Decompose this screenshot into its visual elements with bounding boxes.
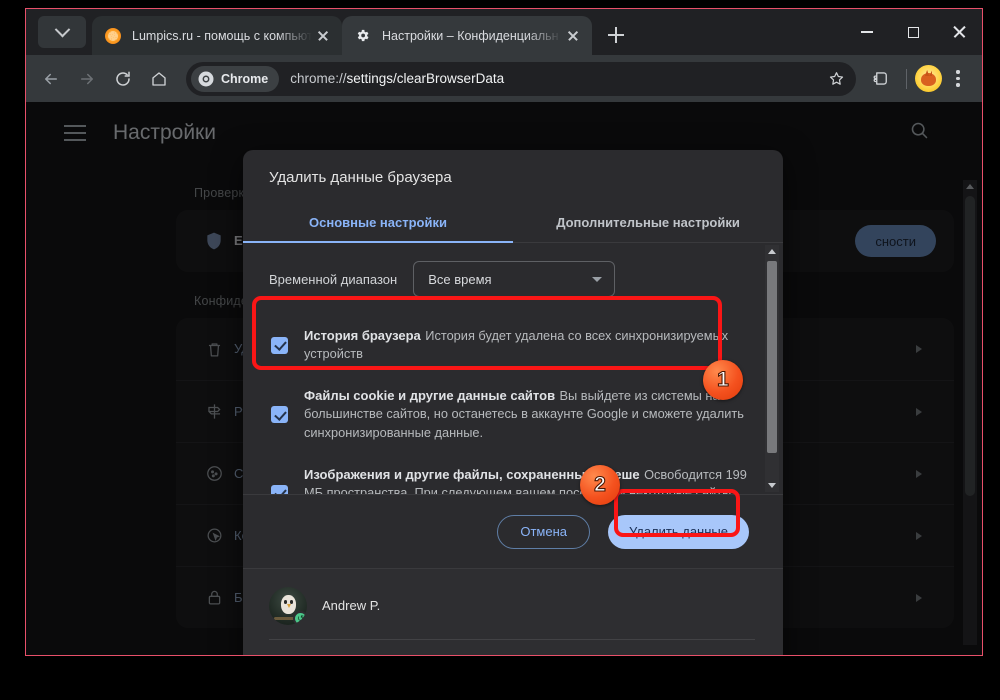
kebab-menu-icon[interactable]: [944, 70, 972, 87]
extensions-button[interactable]: [864, 62, 898, 96]
owl-avatar: ↺: [269, 587, 307, 626]
option-title: Файлы cookie и другие данные сайтов: [304, 388, 556, 404]
cancel-button[interactable]: Отмена: [497, 514, 590, 549]
dialog-options-list: Временной диапазон Все время История бра…: [243, 243, 783, 495]
dialog-scrollbar[interactable]: [765, 245, 779, 493]
address-bar[interactable]: Chrome chrome://settings/clearBrowserDat…: [186, 61, 856, 96]
forward-button[interactable]: [70, 62, 104, 96]
toolbar-divider: [906, 68, 907, 89]
chrome-chip-label: Chrome: [221, 71, 269, 86]
tab-search-button[interactable]: [38, 16, 86, 48]
tab-title: Настройки – Конфиденциальн: [382, 28, 559, 43]
scroll-down-icon[interactable]: [768, 483, 776, 489]
close-icon[interactable]: [562, 25, 584, 47]
dialog-title: Удалить данные браузера: [269, 169, 452, 186]
reload-button[interactable]: [106, 62, 140, 96]
window-controls: [844, 9, 982, 55]
close-window-button[interactable]: [936, 10, 982, 54]
option-title: Изображения и другие файлы, сохраненные …: [304, 466, 640, 482]
settings-page: Настройки Проверка без Есть ре: [26, 102, 982, 655]
option-text: Файлы cookie и другие данные сайтов Вы в…: [304, 387, 749, 441]
option-text: История браузера История будет удалена с…: [304, 327, 749, 363]
time-range-label: Временной диапазон: [269, 271, 398, 287]
browser-tab-lumpics[interactable]: Lumpics.ru - помощь с компьют: [92, 16, 342, 55]
new-tab-button[interactable]: [600, 19, 632, 51]
option-cookies[interactable]: Файлы cookie и другие данные сайтов Вы в…: [269, 381, 749, 459]
tab-title: Lumpics.ru - помощь с компьют: [132, 28, 312, 43]
option-title: История браузера: [304, 328, 421, 343]
chevron-down-icon: [54, 21, 70, 37]
orange-slice-icon: [104, 27, 121, 44]
account-name: Andrew P.: [322, 598, 381, 614]
chevron-down-icon: [592, 276, 603, 282]
clear-browsing-data-dialog: Удалить данные браузера Основные настрой…: [243, 150, 783, 655]
screenshot-root: Lumpics.ru - помощь с компьют Настройки …: [0, 0, 1000, 700]
browser-toolbar: Chrome chrome://settings/clearBrowserDat…: [26, 55, 982, 102]
option-text: Изображения и другие файлы, сохраненные …: [304, 466, 749, 495]
option-cached-files[interactable]: Изображения и другие файлы, сохраненные …: [269, 460, 749, 495]
maximize-button[interactable]: [890, 10, 936, 54]
scroll-up-icon[interactable]: [768, 249, 776, 254]
dialog-actions: Отмена Удалить данные: [243, 494, 783, 568]
tab-advanced-settings[interactable]: Дополнительные настройки: [513, 204, 783, 242]
home-button[interactable]: [142, 62, 176, 96]
time-range-row: Временной диапазон Все время: [269, 261, 749, 297]
dialog-tabs: Основные настройки Дополнительные настро…: [243, 204, 783, 243]
checkbox-cookies[interactable]: [271, 406, 288, 424]
time-range-value: Все время: [428, 271, 492, 287]
tab-basic-settings[interactable]: Основные настройки: [243, 204, 513, 243]
dialog-scrollbar-thumb[interactable]: [767, 261, 777, 453]
tab-strip: Lumpics.ru - помощь с компьют Настройки …: [26, 9, 982, 55]
account-row: ↺ Andrew P.: [269, 583, 755, 639]
browser-window: Lumpics.ru - помощь с компьют Настройки …: [25, 8, 983, 656]
time-range-select[interactable]: Все время: [413, 261, 616, 297]
close-icon[interactable]: [312, 25, 334, 47]
dialog-footer: ↺ Andrew P. Чтобы удалить данные о работ…: [243, 568, 783, 655]
sync-icon: ↺: [293, 611, 307, 626]
bookmark-star-icon[interactable]: [822, 70, 850, 87]
minimize-button[interactable]: [844, 10, 890, 54]
account-info: Andrew P.: [322, 597, 380, 615]
delete-data-button[interactable]: Удалить данные: [608, 514, 749, 549]
browser-tab-settings[interactable]: Настройки – Конфиденциальн: [342, 16, 592, 55]
checkbox-browsing-history[interactable]: [271, 336, 288, 354]
gear-icon: [354, 27, 371, 44]
checkbox-cached-files[interactable]: [271, 484, 288, 495]
back-button[interactable]: [34, 62, 68, 96]
divider: [269, 639, 755, 641]
footer-note: Чтобы удалить данные о работе в браузере…: [269, 654, 755, 655]
option-browsing-history[interactable]: История браузера История будет удалена с…: [269, 321, 749, 381]
profile-avatar[interactable]: [915, 65, 942, 92]
address-bar-url: chrome://settings/clearBrowserData: [290, 71, 505, 86]
chrome-origin-chip: Chrome: [191, 65, 280, 92]
dialog-scroll-area: Временной диапазон Все время История бра…: [243, 243, 783, 495]
chrome-logo-icon: [198, 71, 214, 86]
